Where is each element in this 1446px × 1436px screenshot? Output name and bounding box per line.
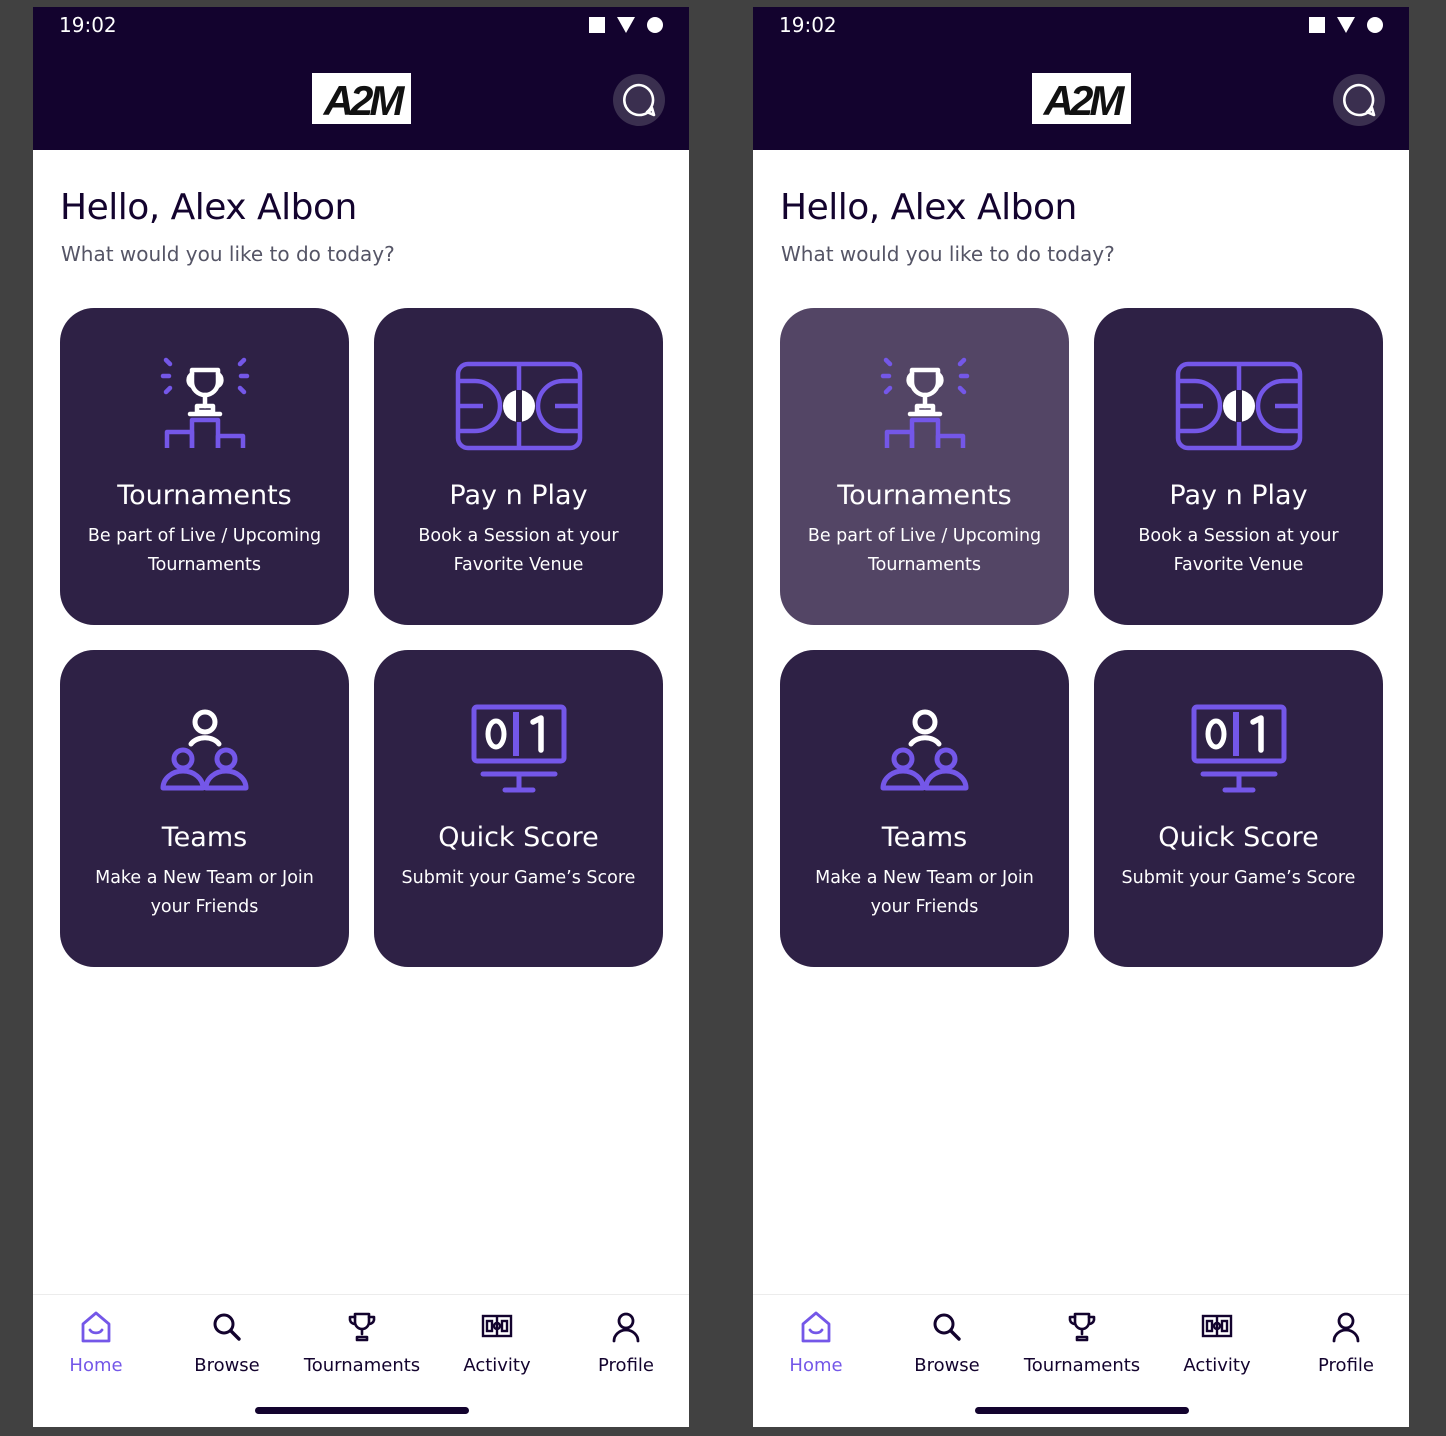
svg-text:A2M: A2M (1042, 77, 1125, 121)
card-description: Book a Session at your Favorite Venue (1138, 526, 1339, 575)
card-title: Teams (881, 822, 968, 853)
search-icon (933, 1313, 961, 1341)
card-tournaments[interactable]: Tournaments Be part of Live / Upcoming T… (60, 308, 349, 625)
card-title: Teams (161, 822, 248, 853)
greeting-subtitle: What would you like to do today? (61, 242, 395, 266)
battery-circle-icon (1367, 17, 1383, 33)
user-icon (1332, 1312, 1360, 1343)
nav-label: Home (69, 1355, 123, 1376)
greeting-title: Hello, Alex Albon (780, 187, 1077, 228)
trophy-podium-icon (160, 357, 249, 448)
a2m-logo: A2M (322, 77, 407, 121)
nav-label: Tournaments (303, 1355, 421, 1376)
card-title: Tournaments (837, 480, 1012, 511)
home-icon (81, 1311, 111, 1343)
card-description: Be part of Live / Upcoming Tournaments (87, 526, 322, 575)
nav-label: Tournaments (1023, 1355, 1141, 1376)
teams-icon (160, 709, 248, 791)
wifi-icon (1337, 17, 1355, 33)
card-description: Submit your Game’s Score (1121, 868, 1356, 888)
home-indicator (975, 1407, 1189, 1414)
trophy-icon (1068, 1312, 1096, 1342)
nav-label: Home (789, 1355, 843, 1376)
card-tournaments[interactable]: Tournaments Be part of Live / Upcoming T… (780, 308, 1069, 625)
phone-screen-tournaments-pressed: 19:02 A2M Hello, Alex Albon What would y… (753, 7, 1409, 1427)
card-pay-n-play[interactable]: Pay n Play Book a Session at your Favori… (1094, 308, 1383, 625)
svg-text:A2M: A2M (322, 77, 405, 121)
app-logo[interactable]: A2M (1032, 73, 1131, 124)
scoreboard-icon (471, 704, 566, 793)
card-title: Tournaments (117, 480, 292, 511)
stop-icon (589, 17, 605, 33)
card-title: Quick Score (438, 822, 599, 853)
scoreboard-icon (1191, 704, 1286, 793)
card-description: Book a Session at your Favorite Venue (418, 526, 619, 575)
status-icons (1309, 17, 1383, 33)
card-title: Quick Score (1158, 822, 1319, 853)
nav-label: Activity (463, 1355, 531, 1376)
card-description: Make a New Team or Join your Friends (815, 868, 1034, 917)
trophy-icon (348, 1312, 376, 1342)
card-teams[interactable]: Teams Make a New Team or Join your Frien… (780, 650, 1069, 967)
card-quick-score[interactable]: Quick Score Submit your Game’s Score (1094, 650, 1383, 967)
battery-circle-icon (647, 17, 663, 33)
app-header: 19:02 A2M (753, 7, 1409, 150)
card-teams[interactable]: Teams Make a New Team or Join your Frien… (60, 650, 349, 967)
phone-screen-default: 19:02 A2M Hello, Alex Albon What would y… (33, 7, 689, 1427)
status-time: 19:02 (779, 13, 837, 37)
chat-icon (1343, 83, 1376, 117)
nav-label: Activity (1183, 1355, 1251, 1376)
status-icons (589, 17, 663, 33)
nav-label: Browse (194, 1355, 260, 1376)
card-quick-score[interactable]: Quick Score Submit your Game’s Score (374, 650, 663, 967)
nav-label: Browse (914, 1355, 980, 1376)
app-logo[interactable]: A2M (312, 73, 411, 124)
app-header: 19:02 A2M (33, 7, 689, 150)
court-icon (1175, 361, 1302, 451)
court-icon (455, 361, 582, 451)
card-description: Be part of Live / Upcoming Tournaments (807, 526, 1042, 575)
teams-icon (880, 709, 968, 791)
home-icon (801, 1311, 831, 1343)
scoreboard-icon (1201, 1314, 1233, 1338)
chat-button[interactable] (1333, 74, 1385, 126)
wifi-icon (617, 17, 635, 33)
card-title: Pay n Play (1169, 480, 1308, 511)
greeting-title: Hello, Alex Albon (60, 187, 357, 228)
card-description: Submit your Game’s Score (401, 868, 636, 888)
home-indicator (255, 1407, 469, 1414)
nav-label: Profile (598, 1355, 654, 1376)
chat-button[interactable] (613, 74, 665, 126)
a2m-logo: A2M (1042, 77, 1127, 121)
chat-icon (623, 83, 656, 117)
scoreboard-icon (481, 1314, 513, 1338)
stop-icon (1309, 17, 1325, 33)
user-icon (612, 1312, 640, 1343)
trophy-podium-icon (880, 357, 969, 448)
card-description: Make a New Team or Join your Friends (95, 868, 314, 917)
card-pay-n-play[interactable]: Pay n Play Book a Session at your Favori… (374, 308, 663, 625)
card-title: Pay n Play (449, 480, 588, 511)
search-icon (213, 1313, 241, 1341)
greeting-subtitle: What would you like to do today? (781, 242, 1115, 266)
nav-label: Profile (1318, 1355, 1374, 1376)
status-time: 19:02 (59, 13, 117, 37)
